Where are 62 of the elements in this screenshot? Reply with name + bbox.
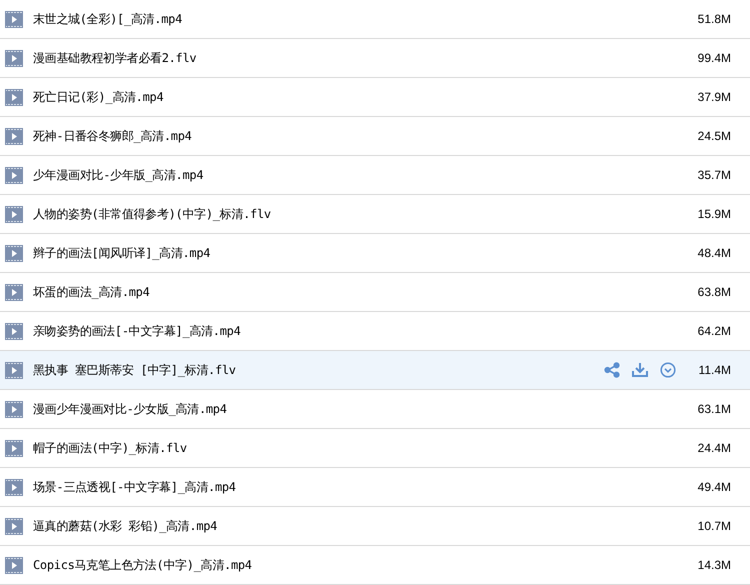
- file-row[interactable]: 漫画基础教程初学者必看2.flv 99.4M: [0, 39, 750, 78]
- file-row[interactable]: 黑执事 塞巴斯蒂安 [中字]_标清.flv 11.4M: [0, 351, 750, 390]
- file-size: 64.2M: [696, 324, 731, 338]
- share-icon[interactable]: [604, 362, 620, 378]
- video-file-icon: [5, 284, 23, 300]
- file-name[interactable]: 帽子的画法(中字)_标清.flv: [33, 440, 676, 456]
- video-file-icon: [5, 556, 23, 574]
- file-size: 99.4M: [696, 51, 731, 65]
- video-file-icon: [5, 362, 23, 378]
- video-file-icon: [5, 166, 23, 184]
- video-file-icon: [5, 518, 23, 534]
- video-file-icon: [5, 10, 23, 28]
- file-name[interactable]: 末世之城(全彩)[_高清.mp4: [33, 10, 676, 28]
- dropdown-icon[interactable]: [660, 362, 676, 378]
- video-file-icon: [5, 322, 23, 340]
- file-name[interactable]: 逼真的蘑菇(水彩 彩铅)_高清.mp4: [33, 518, 676, 534]
- file-name[interactable]: 场景-三点透视[-中文字幕]_高清.mp4: [33, 478, 676, 496]
- file-name[interactable]: 死神-日番谷冬狮郎_高清.mp4: [33, 128, 676, 144]
- file-size: 11.4M: [698, 363, 731, 377]
- file-row[interactable]: 场景-三点透视[-中文字幕]_高清.mp4 49.4M: [0, 468, 750, 507]
- file-row[interactable]: 漫画少年漫画对比-少女版_高清.mp4 63.1M: [0, 390, 750, 429]
- file-size: 15.9M: [696, 207, 731, 221]
- file-size: 37.9M: [696, 90, 731, 104]
- file-size: 49.4M: [696, 480, 731, 494]
- file-name[interactable]: 亲吻姿势的画法[-中文字幕]_高清.mp4: [33, 322, 676, 340]
- file-size: 14.3M: [696, 558, 731, 572]
- video-file-icon: [5, 478, 23, 496]
- file-name[interactable]: 人物的姿势(非常值得参考)(中字)_标清.flv: [33, 206, 676, 222]
- video-file-icon: [5, 128, 23, 144]
- file-row[interactable]: 人物的姿势(非常值得参考)(中字)_标清.flv 15.9M: [0, 195, 750, 234]
- video-file-icon: [5, 206, 23, 222]
- file-row[interactable]: 逼真的蘑菇(水彩 彩铅)_高清.mp4 10.7M: [0, 507, 750, 546]
- file-size: 48.4M: [696, 246, 731, 260]
- file-size: 63.8M: [696, 285, 731, 299]
- file-name[interactable]: 漫画少年漫画对比-少女版_高清.mp4: [33, 400, 676, 418]
- file-name[interactable]: Copics马克笔上色方法(中字)_高清.mp4: [33, 556, 676, 574]
- video-file-icon: [5, 50, 23, 66]
- file-name[interactable]: 少年漫画对比-少年版_高清.mp4: [33, 166, 676, 184]
- file-size: 24.4M: [696, 441, 731, 455]
- file-size: 63.1M: [696, 402, 731, 416]
- file-row[interactable]: 帽子的画法(中字)_标清.flv 24.4M: [0, 429, 750, 468]
- file-name[interactable]: 黑执事 塞巴斯蒂安 [中字]_标清.flv: [33, 362, 604, 378]
- video-file-icon: [5, 440, 23, 456]
- file-row[interactable]: 坏蛋的画法_高清.mp4 63.8M: [0, 273, 750, 312]
- file-name[interactable]: 坏蛋的画法_高清.mp4: [33, 284, 676, 300]
- file-size: 35.7M: [696, 168, 731, 182]
- video-file-icon: [5, 244, 23, 262]
- file-name[interactable]: 辫子的画法[闻风听译]_高清.mp4: [33, 244, 676, 262]
- file-row[interactable]: 少年漫画对比-少年版_高清.mp4 35.7M: [0, 156, 750, 195]
- video-file-icon: [5, 88, 23, 106]
- file-row[interactable]: 辫子的画法[闻风听译]_高清.mp4 48.4M: [0, 234, 750, 273]
- file-row[interactable]: 末世之城(全彩)[_高清.mp4 51.8M: [0, 0, 750, 39]
- file-row[interactable]: Copics马克笔上色方法(中字)_高清.mp4 14.3M: [0, 546, 750, 585]
- file-size: 10.7M: [696, 519, 731, 533]
- file-size: 24.5M: [696, 129, 731, 143]
- download-icon[interactable]: [631, 362, 649, 378]
- file-row[interactable]: 死神-日番谷冬狮郎_高清.mp4 24.5M: [0, 117, 750, 156]
- file-name[interactable]: 死亡日记(彩)_高清.mp4: [33, 88, 676, 106]
- file-name[interactable]: 漫画基础教程初学者必看2.flv: [33, 50, 676, 66]
- video-file-icon: [5, 400, 23, 418]
- file-row[interactable]: 死亡日记(彩)_高清.mp4 37.9M: [0, 78, 750, 117]
- file-size: 51.8M: [696, 12, 731, 26]
